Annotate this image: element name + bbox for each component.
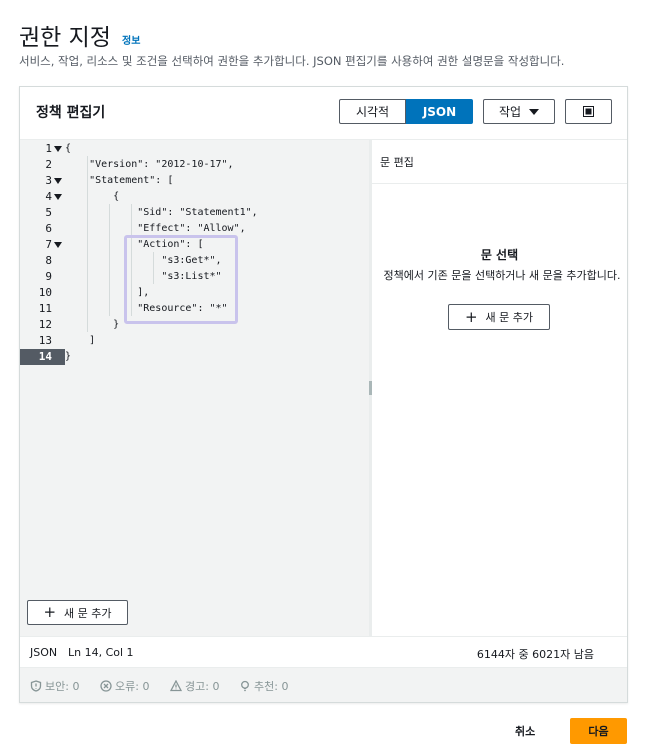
- fold-arrow-icon[interactable]: [54, 146, 62, 152]
- line-number: 2: [20, 157, 65, 173]
- code-line[interactable]: "Statement": [: [65, 173, 173, 189]
- line-number-text: 2: [45, 158, 52, 171]
- error-circle-icon: [100, 680, 112, 692]
- json-mode-button[interactable]: JSON: [406, 99, 473, 124]
- fold-arrow-icon[interactable]: [54, 178, 62, 184]
- code-line[interactable]: "Resource": "*": [65, 301, 227, 317]
- line-number-text: 12: [38, 318, 52, 331]
- line-number-text: 4: [45, 190, 52, 203]
- select-statement-title: 문 선택: [480, 248, 519, 262]
- line-number: 1: [20, 141, 65, 157]
- add-new-statement-button[interactable]: + 새 문 추가: [448, 304, 550, 330]
- line-number-text: 7: [45, 238, 52, 251]
- code-line[interactable]: }: [65, 317, 119, 333]
- line-number: 13: [20, 333, 65, 349]
- code-line[interactable]: {: [65, 141, 71, 157]
- line-number-text: 9: [45, 270, 52, 283]
- fullscreen-button[interactable]: [565, 99, 612, 124]
- suggestion-count: 추천: 0: [254, 680, 289, 693]
- line-number-text: 11: [38, 302, 52, 315]
- visual-mode-button[interactable]: 시각적: [339, 99, 406, 124]
- line-number-text: 5: [45, 206, 52, 219]
- warning-triangle-icon: [170, 680, 182, 692]
- code-line[interactable]: }: [65, 349, 71, 365]
- validation-bar: 보안: 0 오류: 0 경고: 0 추천: 0: [20, 668, 627, 702]
- fullscreen-icon: [583, 106, 594, 117]
- actions-label: 작업: [498, 105, 522, 119]
- line-number-text: 10: [38, 286, 52, 299]
- line-number: 11: [20, 301, 65, 317]
- json-code-editor[interactable]: 1 2 3 4 5 6 7 8 9 10 11 12 13 14 { "Version": "2012-1…: [20, 140, 369, 636]
- code-line[interactable]: "Action": [: [65, 237, 203, 253]
- cancel-button[interactable]: 취소: [515, 723, 535, 739]
- line-number: 8: [20, 253, 65, 269]
- line-number: 12: [20, 317, 65, 333]
- fold-arrow-icon[interactable]: [54, 194, 62, 200]
- next-button[interactable]: 다음: [570, 718, 627, 744]
- lightbulb-icon: [241, 680, 249, 692]
- code-line[interactable]: "s3:List*": [65, 269, 221, 285]
- actions-dropdown-button[interactable]: 작업: [483, 99, 555, 124]
- add-statement-label: 새 문 추가: [64, 606, 112, 620]
- add-new-statement-label: 새 문 추가: [485, 311, 534, 324]
- editor-status-bar: JSON Ln 14, Col 1 6144자 중 6021자 남음: [20, 636, 627, 668]
- status-mode: JSON: [30, 646, 58, 659]
- line-number-text: 6: [45, 222, 52, 235]
- page-title: 권한 지정: [19, 25, 111, 51]
- plus-icon: +: [464, 307, 478, 326]
- line-number-gutter: 1 2 3 4 5 6 7 8 9 10 11 12 13 14: [20, 140, 65, 590]
- select-statement-description: 정책에서 기존 문을 선택하거나 새 문을 추가합니다.: [383, 269, 621, 282]
- suggestion-findings[interactable]: 추천: 0: [239, 678, 288, 694]
- shield-icon: [30, 680, 42, 692]
- code-line[interactable]: "Version": "2012-10-17",: [65, 157, 234, 173]
- error-findings[interactable]: 오류: 0: [100, 678, 149, 694]
- line-number-text: 14: [38, 350, 52, 363]
- code-line[interactable]: {: [65, 189, 119, 205]
- code-line[interactable]: ],: [65, 285, 149, 301]
- status-char-count: 6144자 중 6021자 남음: [476, 648, 594, 661]
- plus-icon: +: [43, 603, 57, 621]
- line-number: 3: [20, 173, 65, 189]
- line-number-text: 3: [45, 174, 52, 187]
- line-number-text: 8: [45, 254, 52, 267]
- line-number-text: 13: [38, 334, 52, 347]
- error-count: 오류: 0: [115, 680, 150, 693]
- statement-panel-title: 문 편집: [380, 156, 414, 169]
- code-line[interactable]: "s3:Get*",: [65, 253, 221, 269]
- line-number: 7: [20, 237, 65, 253]
- security-count: 보안: 0: [45, 680, 80, 693]
- line-number: 10: [20, 285, 65, 301]
- page-description: 서비스, 작업, 리소스 및 조건을 선택하여 권한을 추가합니다. JSON …: [19, 54, 565, 68]
- warning-count: 경고: 0: [185, 680, 220, 693]
- editor-title: 정책 편집기: [36, 105, 106, 121]
- security-findings[interactable]: 보안: 0: [30, 678, 79, 694]
- line-number: 4: [20, 189, 65, 205]
- add-statement-button[interactable]: + 새 문 추가: [27, 600, 128, 625]
- code-area[interactable]: { "Version": "2012-10-17", "Statement": …: [65, 140, 369, 590]
- status-cursor-position: Ln 14, Col 1: [68, 646, 134, 659]
- statement-panel-header: 문 편집: [372, 140, 627, 184]
- policy-editor-card: 정책 편집기 시각적 JSON 작업 1 2 3 4 5 6 7 8 9 10 11 12 13 14 {…: [19, 86, 628, 703]
- statement-panel: 문 편집 문 선택 정책에서 기존 문을 선택하거나 새 문을 추가합니다. +…: [372, 140, 627, 636]
- fold-arrow-icon[interactable]: [54, 242, 62, 248]
- caret-down-icon: [529, 108, 540, 115]
- code-line[interactable]: "Effect": "Allow",: [65, 221, 245, 237]
- info-link[interactable]: 정보: [122, 32, 140, 47]
- line-number-text: 1: [45, 142, 52, 155]
- line-number: 14: [20, 349, 65, 365]
- editor-header: 정책 편집기 시각적 JSON 작업: [20, 87, 627, 140]
- code-line[interactable]: ]: [65, 333, 95, 349]
- code-line[interactable]: "Sid": "Statement1",: [65, 205, 257, 221]
- line-number: 9: [20, 269, 65, 285]
- warning-findings[interactable]: 경고: 0: [170, 678, 219, 694]
- line-number: 6: [20, 221, 65, 237]
- line-number: 5: [20, 205, 65, 221]
